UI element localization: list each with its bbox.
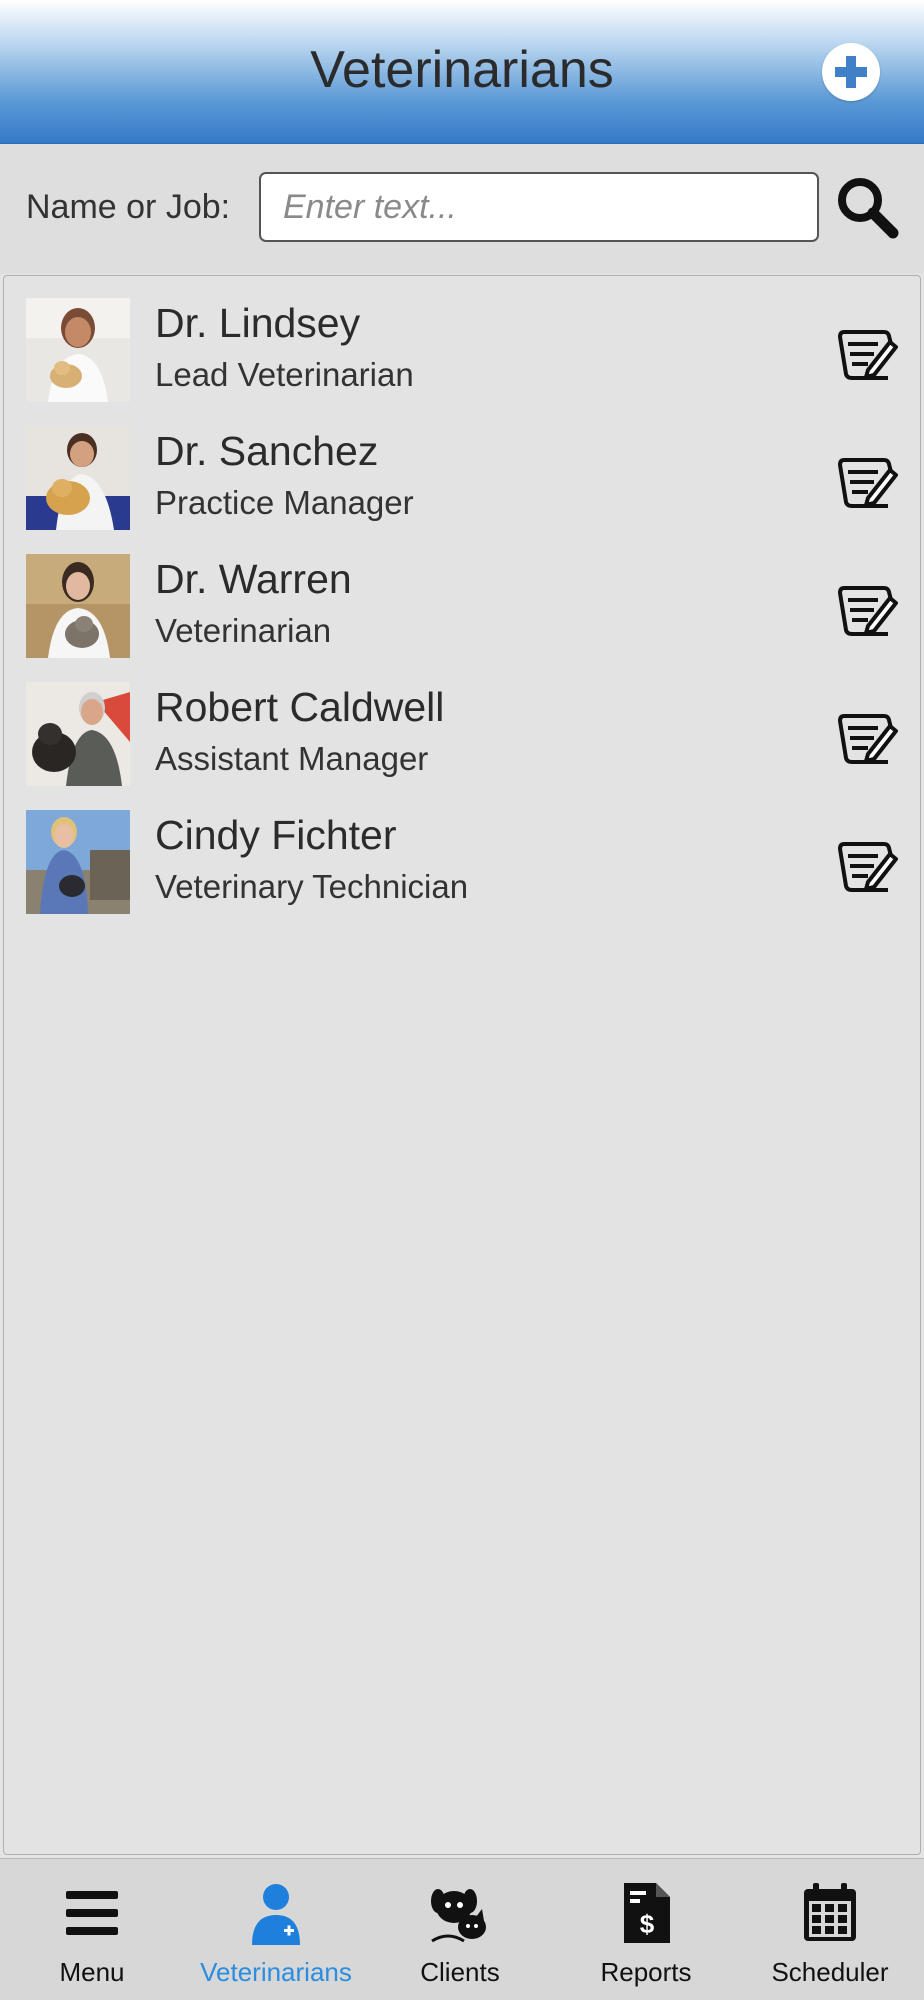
staff-job: Practice Manager: [155, 484, 414, 521]
page-title: Veterinarians: [310, 41, 614, 99]
edit-icon[interactable]: [838, 452, 898, 510]
dollar-document-icon: $: [624, 1883, 670, 1943]
staff-row-lindsey[interactable]: Dr. Lindsey Lead Veterinarian: [4, 276, 920, 404]
staff-photo: [26, 298, 130, 402]
staff-photo: [26, 682, 130, 786]
staff-row-fichter[interactable]: Cindy Fichter Veterinary Technician: [4, 788, 920, 916]
edit-icon[interactable]: [838, 708, 898, 766]
staff-row-sanchez[interactable]: Dr. Sanchez Practice Manager: [4, 404, 920, 532]
tab-scheduler[interactable]: Scheduler: [738, 1859, 922, 2000]
staff-job: Veterinarian: [155, 612, 332, 649]
app-root: Veterinarians Name or Job: Enter text...…: [0, 0, 924, 2000]
tab-menu[interactable]: Menu: [0, 1859, 184, 2000]
tab-label: Menu: [59, 1957, 125, 1987]
search-icon[interactable]: [834, 174, 900, 240]
search-input[interactable]: [259, 172, 819, 242]
tab-label: Scheduler: [771, 1957, 889, 1987]
staff-job: Lead Veterinarian: [155, 356, 414, 393]
staff-name: Robert Caldwell: [155, 684, 445, 730]
edit-icon[interactable]: [838, 324, 898, 382]
calendar-icon: [804, 1883, 856, 1941]
tab-label: Veterinarians: [200, 1957, 352, 1987]
staff-job: Veterinary Technician: [155, 868, 469, 905]
staff-row-caldwell[interactable]: Robert Caldwell Assistant Manager: [4, 660, 920, 788]
staff-photo: [26, 810, 130, 914]
staff-job: Assistant Manager: [155, 740, 429, 777]
staff-photo: [26, 426, 130, 530]
edit-icon[interactable]: [838, 836, 898, 894]
staff-row-warren[interactable]: Dr. Warren Veterinarian: [4, 532, 920, 660]
staff-name: Dr. Warren: [155, 556, 352, 602]
dog-cat-icon: [431, 1889, 486, 1943]
staff-name: Dr. Sanchez: [155, 428, 379, 474]
tab-bar: Menu Veterinarians Clients $ Reports Sch…: [0, 1858, 924, 2000]
edit-icon[interactable]: [838, 580, 898, 638]
svg-text:$: $: [640, 1909, 655, 1939]
staff-photo: [26, 554, 130, 658]
tab-veterinarians[interactable]: Veterinarians: [184, 1859, 368, 2000]
tab-label: Clients: [420, 1957, 500, 1987]
header-bar: Veterinarians: [0, 0, 924, 144]
doctor-icon: [252, 1884, 300, 1945]
search-label: Name or Job:: [26, 188, 231, 226]
tab-label: Reports: [600, 1957, 692, 1987]
search-bar: Name or Job:: [0, 144, 924, 274]
staff-name: Dr. Lindsey: [155, 300, 361, 346]
staff-list: Dr. Lindsey Lead Veterinarian Dr. Sanche…: [3, 275, 921, 1855]
staff-name: Cindy Fichter: [155, 812, 397, 858]
tab-clients[interactable]: Clients: [368, 1859, 552, 2000]
add-veterinarian-button[interactable]: [822, 43, 880, 101]
tab-reports[interactable]: $ Reports: [554, 1859, 738, 2000]
hamburger-menu-icon: [66, 1891, 118, 1935]
